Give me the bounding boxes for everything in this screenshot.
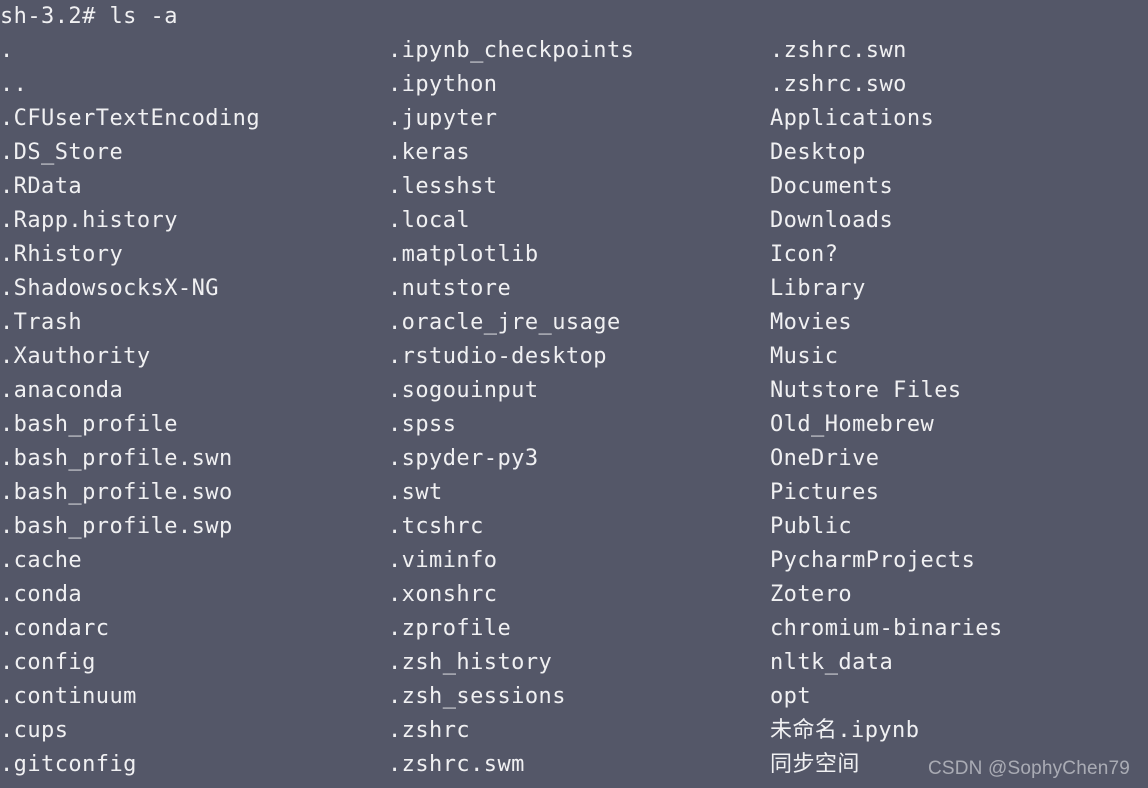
ls-entry: Applications bbox=[770, 106, 935, 131]
ls-entry: Public bbox=[770, 514, 853, 539]
ls-entry: .. bbox=[0, 72, 28, 97]
ls-entry: .zsh_history bbox=[388, 650, 553, 675]
ls-entry: Zotero bbox=[770, 582, 853, 607]
ls-entry: .RData bbox=[0, 174, 83, 199]
ls-entry: Nutstore Files bbox=[770, 378, 962, 403]
ls-entry: .lesshst bbox=[388, 174, 498, 199]
ls-entry: Library bbox=[770, 276, 866, 301]
ls-entry: .bash_profile.swn bbox=[0, 446, 233, 471]
ls-entry: .bash_profile.swp bbox=[0, 514, 233, 539]
ls-entry: .xonshrc bbox=[388, 582, 498, 607]
ls-entry: .cups bbox=[0, 718, 69, 743]
ls-entry: PycharmProjects bbox=[770, 548, 976, 573]
ls-entry: .matplotlib bbox=[388, 242, 539, 267]
ls-entry: 未命名.ipynb bbox=[770, 718, 920, 743]
ls-entry: OneDrive bbox=[770, 446, 880, 471]
ls-entry: opt bbox=[770, 684, 812, 709]
ls-entry: Documents bbox=[770, 174, 894, 199]
ls-entry: .CFUserTextEncoding bbox=[0, 106, 261, 131]
ls-entry: Music bbox=[770, 344, 839, 369]
ls-entry: .conda bbox=[0, 582, 83, 607]
ls-entry: .spss bbox=[388, 412, 457, 437]
ls-entry: .sogouinput bbox=[388, 378, 539, 403]
ls-entry: Movies bbox=[770, 310, 853, 335]
ls-entry: .zsh_sessions bbox=[388, 684, 566, 709]
ls-entry: Old_Homebrew bbox=[770, 412, 935, 437]
ls-entry: .Rapp.history bbox=[0, 208, 178, 233]
ls-entry: .bash_profile.swo bbox=[0, 480, 233, 505]
ls-entry: .zshrc bbox=[388, 718, 471, 743]
ls-entry: .Trash bbox=[0, 310, 83, 335]
ls-entry: Pictures bbox=[770, 480, 880, 505]
ls-entry: .zprofile bbox=[388, 616, 512, 641]
csdn-watermark: CSDN @SophyChen79 bbox=[927, 758, 1130, 779]
ls-entry: .continuum bbox=[0, 684, 137, 709]
shell-prompt-line: sh-3.2# ls -a bbox=[0, 4, 178, 29]
ls-entry: .Rhistory bbox=[0, 242, 124, 267]
ls-entry: .zshrc.swm bbox=[388, 752, 525, 777]
ls-entry: .bash_profile bbox=[0, 412, 178, 437]
ls-entry: .jupyter bbox=[388, 106, 498, 131]
ls-entry: .cache bbox=[0, 548, 83, 573]
ls-entry: .rstudio-desktop bbox=[388, 344, 607, 369]
ls-entry: Downloads bbox=[770, 208, 894, 233]
ls-entry: . bbox=[0, 38, 14, 63]
ls-entry: .tcshrc bbox=[388, 514, 484, 539]
ls-entry: .oracle_jre_usage bbox=[388, 310, 621, 335]
ls-entry: .local bbox=[388, 208, 471, 233]
ls-entry: .DS_Store bbox=[0, 140, 124, 165]
ls-entry: Icon? bbox=[770, 242, 839, 267]
ls-entry: .anaconda bbox=[0, 378, 124, 403]
ls-entry: .condarc bbox=[0, 616, 110, 641]
ls-entry: Desktop bbox=[770, 140, 866, 165]
ls-entry: chromium-binaries bbox=[770, 616, 1003, 641]
terminal-window[interactable]: sh-3.2# ls -a ... .CFUserTextEncoding .DS_… bbox=[0, 0, 1148, 788]
ls-entry: nltk_data bbox=[770, 650, 894, 675]
ls-output-column-2: .ipynb_checkpoints .ipython .jupyter .keras… bbox=[388, 34, 634, 782]
ls-entry: .zshrc.swo bbox=[770, 72, 907, 97]
ls-entry: .gitconfig bbox=[0, 752, 137, 777]
ls-entry: .zshrc.swn bbox=[770, 38, 907, 63]
ls-entry: .nutstore bbox=[388, 276, 512, 301]
ls-entry: .ipynb_checkpoints bbox=[388, 38, 635, 63]
ls-output-column-1: ... .CFUserTextEncoding .DS_Store .RData .Ra… bbox=[0, 34, 260, 782]
ls-entry: .Xauthority bbox=[0, 344, 151, 369]
ls-entry: .ShadowsocksX-NG bbox=[0, 276, 219, 301]
ls-entry: .spyder-py3 bbox=[388, 446, 539, 471]
ls-entry: .viminfo bbox=[388, 548, 498, 573]
ls-entry: .config bbox=[0, 650, 96, 675]
ls-entry: .ipython bbox=[388, 72, 498, 97]
ls-output-column-3: .zshrc.swn .zshrc.swo Applications Desktop D… bbox=[770, 34, 1003, 782]
ls-entry: .keras bbox=[388, 140, 471, 165]
ls-entry: .swt bbox=[388, 480, 443, 505]
